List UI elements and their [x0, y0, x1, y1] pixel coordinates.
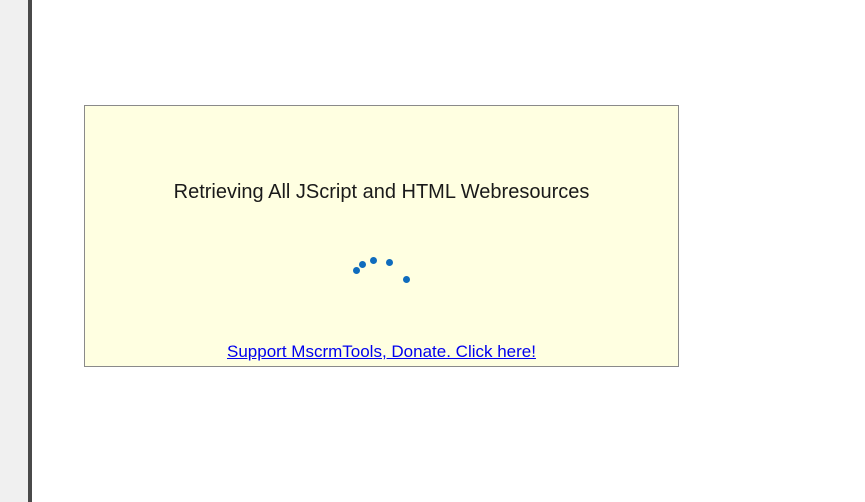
- spinner-dot: [359, 261, 366, 268]
- spinner-dot: [403, 276, 410, 283]
- donate-link[interactable]: Support MscrmTools, Donate. Click here!: [85, 342, 678, 362]
- spinner-dot: [353, 267, 360, 274]
- spinner-dot: [370, 257, 377, 264]
- loading-message: Retrieving All JScript and HTML Webresou…: [173, 181, 590, 203]
- loading-spinner-icon: [351, 252, 417, 288]
- loading-panel: Retrieving All JScript and HTML Webresou…: [84, 105, 679, 367]
- splitter-bar[interactable]: [28, 0, 32, 502]
- spinner-dot: [386, 259, 393, 266]
- left-pane: [0, 0, 28, 502]
